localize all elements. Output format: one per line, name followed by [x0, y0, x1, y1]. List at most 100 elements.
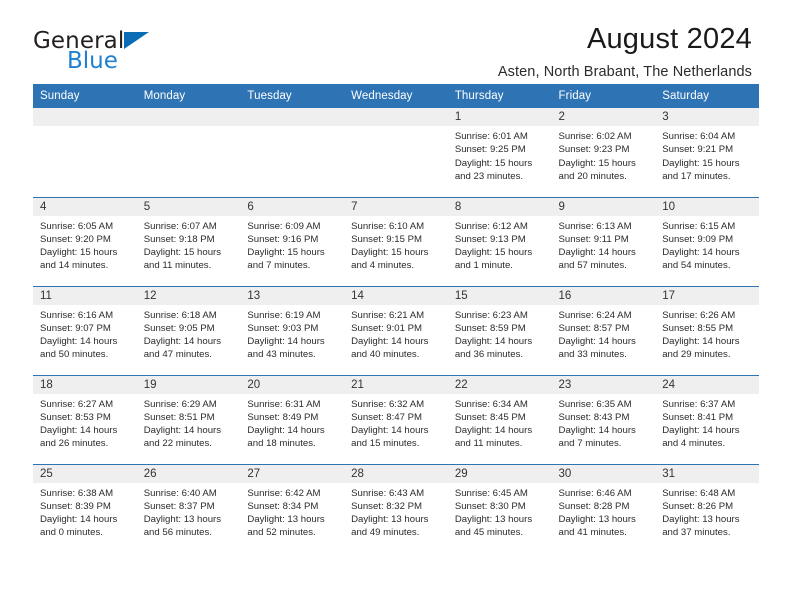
daylight-text-line2: and 40 minutes.: [351, 349, 420, 361]
calendar-day-cell[interactable]: 11 Sunrise: 6:16 AM Sunset: 9:07 PM Dayligh…: [33, 285, 137, 375]
calendar-day-cell[interactable]: 20 Sunrise: 6:31 AM Sunset: 8:49 PM Dayligh…: [240, 374, 345, 464]
daylight-text-line2: and 29 minutes.: [662, 349, 731, 361]
day-number: 1: [447, 108, 552, 126]
daylight-text-line2: and 57 minutes.: [558, 260, 627, 272]
day-sun-info: Sunrise: 6:35 AM Sunset: 8:43 PM Daylight:…: [552, 394, 656, 451]
daylight-text-line1: Daylight: 13 hours: [558, 514, 636, 526]
day-sun-info: [344, 126, 448, 130]
calendar-day-cell[interactable]: 29 Sunrise: 6:45 AM Sunset: 8:30 PM Dayligh…: [447, 463, 552, 553]
daylight-text-line1: Daylight: 14 hours: [351, 425, 429, 437]
calendar-day-cell[interactable]: 7 Sunrise: 6:10 AM Sunset: 9:15 PM Daylight…: [344, 196, 448, 286]
daylight-text-line2: and 26 minutes.: [40, 438, 109, 450]
calendar-week-row: 11 Sunrise: 6:16 AM Sunset: 9:07 PM Dayligh…: [33, 285, 759, 375]
daylight-text-line1: Daylight: 14 hours: [662, 247, 740, 259]
sunset-text: Sunset: 8:26 PM: [662, 500, 734, 512]
daylight-text-line1: Daylight: 14 hours: [454, 336, 533, 348]
day-sun-info: [33, 126, 137, 130]
calendar-day-cell[interactable]: 3 Sunrise: 6:04 AM Sunset: 9:21 PM Daylight…: [655, 108, 759, 197]
sunset-text: Sunset: 8:59 PM: [454, 322, 526, 334]
day-number: 2: [551, 108, 656, 126]
day-number: [136, 108, 241, 126]
calendar-day-cell[interactable]: 31 Sunrise: 6:48 AM Sunset: 8:26 PM Dayligh…: [655, 463, 759, 553]
calendar-day-cell[interactable]: 30 Sunrise: 6:46 AM Sunset: 8:28 PM Dayligh…: [551, 463, 656, 553]
daylight-text-line1: Daylight: 14 hours: [454, 425, 533, 437]
calendar-day-cell[interactable]: 19 Sunrise: 6:29 AM Sunset: 8:51 PM Dayligh…: [136, 374, 241, 464]
daylight-text-line1: Daylight: 14 hours: [247, 425, 325, 437]
day-number: 4: [33, 197, 137, 216]
day-sun-info: Sunrise: 6:32 AM Sunset: 8:47 PM Daylight:…: [344, 394, 448, 451]
calendar-day-cell[interactable]: 9 Sunrise: 6:13 AM Sunset: 9:11 PM Daylight…: [551, 196, 656, 286]
sunset-text: Sunset: 8:43 PM: [558, 411, 630, 423]
daylight-text-line1: Daylight: 14 hours: [662, 336, 740, 348]
daylight-text-line1: Daylight: 13 hours: [247, 514, 325, 526]
day-sun-info: Sunrise: 6:21 AM Sunset: 9:01 PM Daylight:…: [344, 305, 448, 362]
calendar-day-cell[interactable]: 16 Sunrise: 6:24 AM Sunset: 8:57 PM Dayligh…: [551, 285, 656, 375]
calendar-day-cell[interactable]: 8 Sunrise: 6:12 AM Sunset: 9:13 PM Daylight…: [447, 196, 552, 286]
day-sun-info: Sunrise: 6:29 AM Sunset: 8:51 PM Daylight:…: [137, 394, 241, 451]
calendar-day-cell[interactable]: 28 Sunrise: 6:43 AM Sunset: 8:32 PM Dayligh…: [344, 463, 448, 553]
weekday-header-monday: Monday: [136, 84, 241, 108]
sunrise-text: Sunrise: 6:38 AM: [40, 487, 114, 499]
day-number: 16: [551, 286, 656, 305]
sunset-text: Sunset: 8:51 PM: [143, 411, 215, 423]
day-sun-info: Sunrise: 6:09 AM Sunset: 9:16 PM Daylight:…: [240, 216, 344, 273]
sunset-text: Sunset: 8:28 PM: [558, 500, 630, 512]
day-number: [33, 108, 137, 126]
calendar-day-cell[interactable]: 17 Sunrise: 6:26 AM Sunset: 8:55 PM Dayligh…: [655, 285, 759, 375]
day-number: 13: [240, 286, 345, 305]
day-number: 14: [344, 286, 448, 305]
daylight-text-line2: and 4 minutes.: [351, 260, 415, 272]
daylight-text-line2: and 14 minutes.: [40, 260, 109, 272]
daylight-text-line2: and 47 minutes.: [143, 349, 212, 361]
calendar-day-cell[interactable]: 15 Sunrise: 6:23 AM Sunset: 8:59 PM Dayligh…: [447, 285, 552, 375]
sunset-text: Sunset: 8:30 PM: [454, 500, 526, 512]
sunrise-text: Sunrise: 6:35 AM: [558, 398, 632, 410]
calendar-day-cell[interactable]: 12 Sunrise: 6:18 AM Sunset: 9:05 PM Dayligh…: [136, 285, 241, 375]
sunrise-text: Sunrise: 6:46 AM: [558, 487, 632, 499]
sunset-text: Sunset: 9:07 PM: [40, 322, 111, 334]
general-blue-logo[interactable]: General Blue: [33, 24, 150, 73]
daylight-text-line1: Daylight: 14 hours: [40, 425, 118, 437]
daylight-text-line1: Daylight: 15 hours: [558, 157, 636, 169]
sunrise-text: Sunrise: 6:29 AM: [143, 398, 217, 410]
calendar-day-cell[interactable]: 14 Sunrise: 6:21 AM Sunset: 9:01 PM Dayligh…: [344, 285, 448, 375]
day-sun-info: Sunrise: 6:23 AM Sunset: 8:59 PM Daylight:…: [448, 305, 552, 362]
calendar-day-cell[interactable]: 23 Sunrise: 6:35 AM Sunset: 8:43 PM Dayligh…: [551, 374, 656, 464]
day-number: 6: [240, 197, 345, 216]
calendar-day-cell[interactable]: 26 Sunrise: 6:40 AM Sunset: 8:37 PM Dayligh…: [136, 463, 241, 553]
day-sun-info: Sunrise: 6:45 AM Sunset: 8:30 PM Daylight:…: [448, 483, 552, 540]
triangle-icon: [124, 32, 150, 49]
calendar-day-cell[interactable]: 24 Sunrise: 6:37 AM Sunset: 8:41 PM Dayligh…: [655, 374, 759, 464]
day-number: 18: [33, 375, 137, 394]
calendar-day-cell[interactable]: 5 Sunrise: 6:07 AM Sunset: 9:18 PM Daylight…: [136, 196, 241, 286]
daylight-text-line2: and 7 minutes.: [558, 438, 622, 450]
day-sun-info: [240, 126, 344, 130]
daylight-text-line1: Daylight: 13 hours: [454, 514, 533, 526]
calendar-day-cell[interactable]: 27 Sunrise: 6:42 AM Sunset: 8:34 PM Dayligh…: [240, 463, 345, 553]
sunrise-text: Sunrise: 6:24 AM: [558, 309, 632, 321]
calendar-day-cell[interactable]: 10 Sunrise: 6:15 AM Sunset: 9:09 PM Dayligh…: [655, 196, 759, 286]
calendar-day-cell[interactable]: 4 Sunrise: 6:05 AM Sunset: 9:20 PM Daylight…: [33, 196, 137, 286]
daylight-text-line1: Daylight: 14 hours: [143, 336, 222, 348]
daylight-text-line2: and 20 minutes.: [558, 170, 627, 182]
sunrise-text: Sunrise: 6:18 AM: [143, 309, 217, 321]
daylight-text-line2: and 33 minutes.: [558, 349, 627, 361]
calendar-week-row: 18 Sunrise: 6:27 AM Sunset: 8:53 PM Dayligh…: [33, 374, 759, 464]
sunset-text: Sunset: 9:11 PM: [558, 233, 629, 245]
calendar-day-cell[interactable]: 21 Sunrise: 6:32 AM Sunset: 8:47 PM Dayligh…: [344, 374, 448, 464]
calendar-day-cell[interactable]: 25 Sunrise: 6:38 AM Sunset: 8:39 PM Dayligh…: [33, 463, 137, 553]
sunrise-text: Sunrise: 6:45 AM: [454, 487, 528, 499]
sunset-text: Sunset: 8:53 PM: [40, 411, 111, 423]
calendar-day-cell[interactable]: 1 Sunrise: 6:01 AM Sunset: 9:25 PM Daylight…: [447, 108, 552, 197]
calendar-day-cell[interactable]: 22 Sunrise: 6:34 AM Sunset: 8:45 PM Dayligh…: [447, 374, 552, 464]
calendar-day-cell[interactable]: 2 Sunrise: 6:02 AM Sunset: 9:23 PM Daylight…: [551, 108, 656, 197]
sunset-text: Sunset: 8:41 PM: [662, 411, 734, 423]
calendar-day-cell[interactable]: 18 Sunrise: 6:27 AM Sunset: 8:53 PM Dayligh…: [33, 374, 137, 464]
calendar-day-cell[interactable]: 6 Sunrise: 6:09 AM Sunset: 9:16 PM Daylight…: [240, 196, 345, 286]
sunrise-text: Sunrise: 6:05 AM: [40, 220, 114, 232]
day-number: 27: [240, 464, 345, 483]
sunrise-text: Sunrise: 6:48 AM: [662, 487, 736, 499]
calendar-day-cell[interactable]: 13 Sunrise: 6:19 AM Sunset: 9:03 PM Dayligh…: [240, 285, 345, 375]
calendar-week-row: 25 Sunrise: 6:38 AM Sunset: 8:39 PM Dayligh…: [33, 463, 759, 553]
sunset-text: Sunset: 9:25 PM: [454, 144, 526, 156]
